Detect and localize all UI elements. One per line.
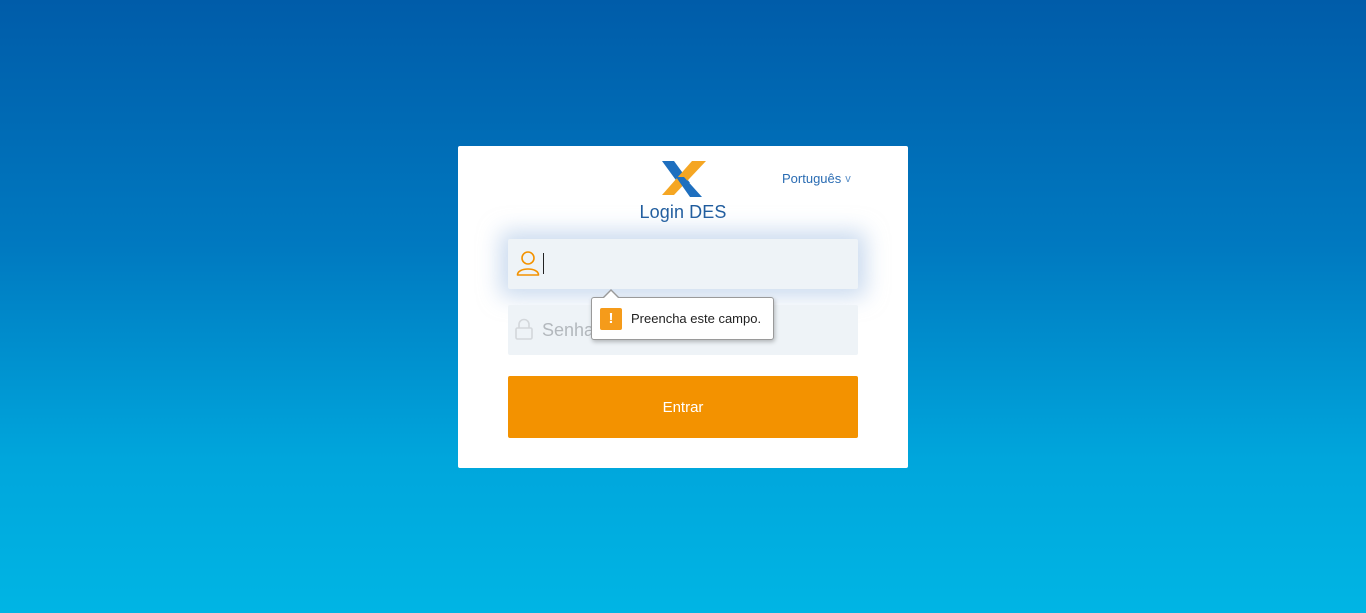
language-label: Português <box>782 171 842 186</box>
validation-tooltip: ! Preencha este campo. <box>591 289 774 340</box>
username-input[interactable] <box>542 239 852 289</box>
warning-icon: ! <box>600 307 622 330</box>
username-field[interactable] <box>508 239 858 289</box>
chevron-down-icon: v <box>845 172 851 185</box>
validation-message: Preencha este campo. <box>631 311 762 326</box>
submit-button[interactable]: Entrar <box>508 376 858 438</box>
page-title: Login DES <box>639 202 727 222</box>
lock-icon <box>515 318 533 340</box>
caixa-logo-icon <box>662 161 706 197</box>
user-icon <box>516 251 540 276</box>
text-caret <box>543 253 544 274</box>
language-selector[interactable]: Português v <box>782 171 851 186</box>
